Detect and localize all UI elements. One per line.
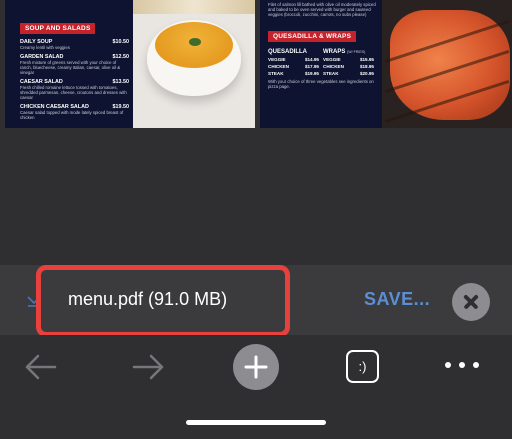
pdf-preview[interactable]: SOUP AND SALADS DAILY SOUP $10.50 Creamy … <box>0 0 512 128</box>
item-name: STEAK <box>268 71 284 76</box>
quesadilla-title: QUESADILLA <box>268 49 307 55</box>
close-download-button[interactable] <box>452 283 490 321</box>
item-price: $10.50 <box>112 39 130 45</box>
item-desc: Filet of salmon lill bathed with olive o… <box>268 2 376 17</box>
herb-garnish <box>189 38 201 46</box>
item-name: CHICKEN <box>268 64 289 69</box>
menu-item: GARDEN SALAD $12.50 Fresh mixture of gree… <box>20 54 129 75</box>
menu-item: DAILY SOUP $10.50 Creamy lentil with vegg… <box>20 39 129 50</box>
menu-column: SOUP AND SALADS DAILY SOUP $10.50 Creamy … <box>5 0 133 128</box>
item-desc: Fresh chilled romaine lettuce tossed wit… <box>20 85 127 100</box>
item-name: STEAK <box>323 71 339 76</box>
quesadilla-wraps-table: QUESADILLA VEGGIE $14.95 CHICKEN $17.95 ST… <box>268 49 378 76</box>
tab-switcher-glyph: :) <box>358 359 367 374</box>
menu-dot <box>459 362 465 368</box>
bread-shape <box>133 0 255 14</box>
download-file-name[interactable]: menu.pdf (91.0 MB) <box>68 289 227 310</box>
menu-dot <box>473 362 479 368</box>
wraps-title: WRAPS <box>323 49 346 55</box>
home-indicator[interactable] <box>186 420 326 425</box>
salmon-photo <box>382 0 512 128</box>
forward-arrow-icon[interactable] <box>131 352 165 382</box>
item-desc: Caesar salad topped with mode lately spi… <box>20 110 124 120</box>
item-price: $15.95 <box>359 57 374 62</box>
new-tab-button[interactable] <box>233 344 279 390</box>
browser-screen: SOUP AND SALADS DAILY SOUP $10.50 Creamy … <box>0 0 512 439</box>
item-price: $18.95 <box>359 64 374 69</box>
menu-item: CAESAR SALAD $13.50 Fresh chilled romaine… <box>20 79 129 100</box>
footer-note: With your choice of three vegetables see… <box>268 79 374 89</box>
menu-item: CHICKEN CAESAR SALAD $19.50 Caesar salad … <box>20 104 129 120</box>
menu-dot <box>445 362 451 368</box>
tab-switcher-button[interactable]: :) <box>346 350 379 383</box>
pdf-page-left: SOUP AND SALADS DAILY SOUP $10.50 Creamy … <box>5 0 255 128</box>
item-name: VEGGIE <box>268 57 286 62</box>
item-desc: Fresh mixture of greens served with your… <box>20 60 121 75</box>
menu-column: Filet of salmon lill bathed with olive o… <box>260 0 382 128</box>
more-options-button[interactable] <box>443 356 481 376</box>
plus-icon <box>244 355 268 379</box>
item-price: $20.95 <box>359 71 374 76</box>
quesadilla-column: QUESADILLA VEGGIE $14.95 CHICKEN $17.95 ST… <box>268 49 323 76</box>
item-name: CHICKEN <box>323 64 344 69</box>
save-button[interactable]: SAVE... <box>364 289 430 310</box>
back-arrow-icon[interactable] <box>24 352 58 382</box>
item-name: VEGGIE <box>323 57 341 62</box>
soup-photo <box>133 0 255 128</box>
item-price: $17.95 <box>304 64 319 69</box>
category-tag: SOUP AND SALADS <box>20 23 96 34</box>
item-desc: Creamy lentil with veggies <box>20 45 70 50</box>
wraps-column: WRAPS (W/ FRIES) VEGGIE $15.95 CHICKEN $18… <box>323 49 378 76</box>
category-tag: QUESADILLA & WRAPS <box>268 31 357 42</box>
item-price: $14.95 <box>304 57 319 62</box>
pdf-page-right: Filet of salmon lill bathed with olive o… <box>260 0 512 128</box>
item-price: $19.95 <box>304 71 319 76</box>
wraps-note: (W/ FRIES) <box>347 50 366 54</box>
